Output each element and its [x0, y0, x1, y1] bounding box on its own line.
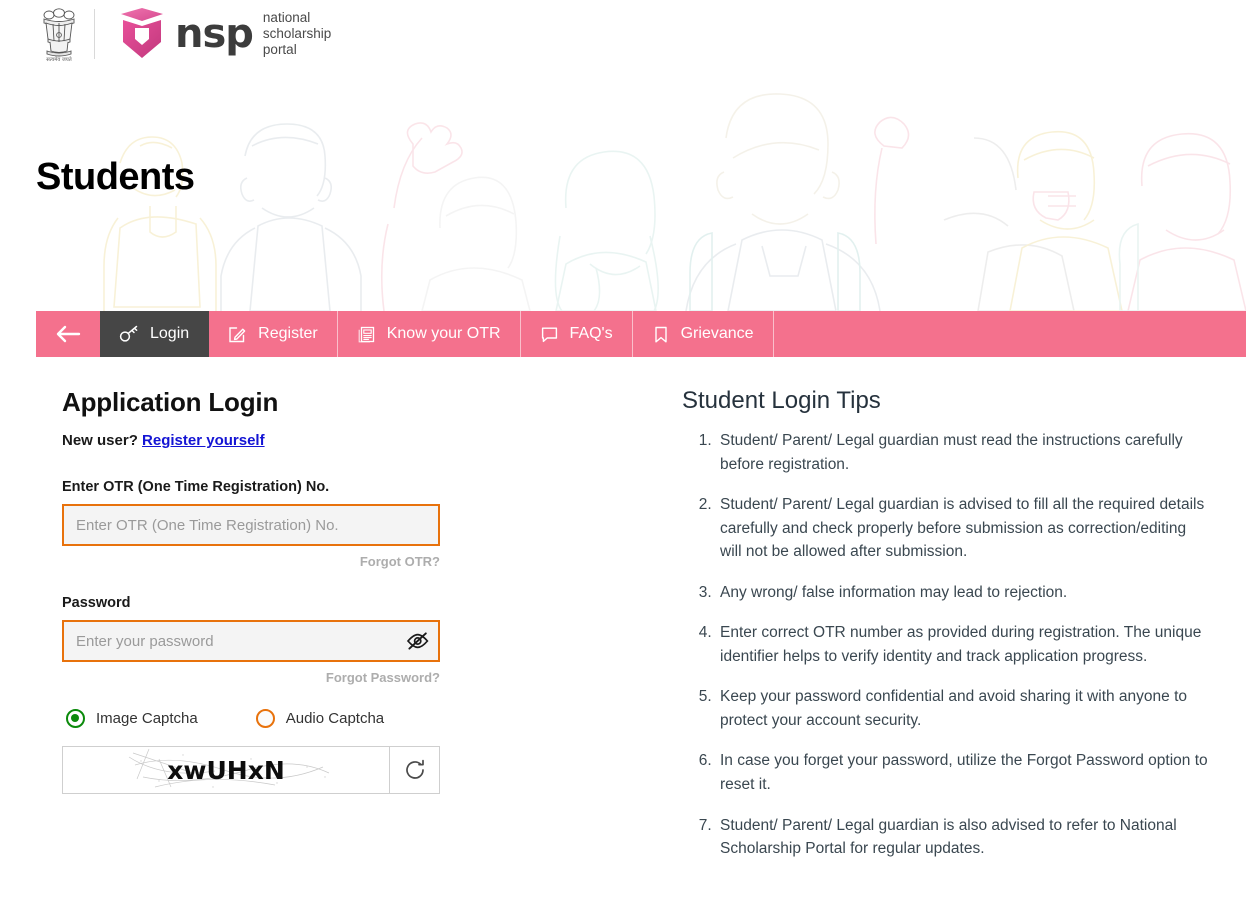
captcha-refresh-button[interactable] [389, 747, 439, 793]
nav-item-grievance[interactable]: Grievance [633, 311, 774, 357]
tips-list-item: Enter correct OTR number as provided dur… [716, 621, 1210, 668]
nav-item-know-your-otr-label: Know your OTR [386, 325, 501, 342]
radio-audio-captcha[interactable] [255, 709, 275, 728]
tips-list-item: Student/ Parent/ Legal guardian is also … [716, 814, 1210, 861]
nsp-tagline-line2: scholarship [262, 26, 332, 42]
national-emblem-icon: सत्यमेव जयते [43, 8, 75, 63]
header-divider [94, 9, 95, 59]
field-spacer [62, 569, 656, 595]
login-panel: Application Login New user? Register you… [36, 387, 656, 878]
speech-bubble-icon [540, 325, 559, 344]
emblem-caption: सत्यमेव जयते [46, 56, 73, 63]
nsp-logo[interactable]: nsp national scholarship portal [113, 8, 331, 60]
nav-filler [774, 311, 1246, 357]
nsp-wordmark: nsp [175, 11, 254, 57]
nav-item-grievance-label: Grievance [680, 325, 754, 342]
nsp-tagline-line1: national [262, 10, 311, 26]
tips-list-item: Keep your password confidential and avoi… [716, 685, 1210, 732]
new-user-text: New user? [62, 432, 138, 449]
nsp-tagline-line3: portal [262, 41, 297, 57]
captcha-option-audio-label: Audio Captcha [285, 710, 385, 727]
login-heading: Application Login [62, 387, 279, 417]
otr-input-wrapper[interactable] [62, 504, 440, 546]
tips-list-item: Student/ Parent/ Legal guardian is advis… [716, 493, 1210, 564]
key-icon [119, 325, 139, 343]
tips-heading: Student Login Tips [682, 387, 881, 414]
nav-item-login-label: Login [150, 325, 190, 342]
captcha-text: xwUHxN [167, 755, 285, 785]
password-input-wrapper[interactable] [62, 620, 440, 662]
otr-field-label: Enter OTR (One Time Registration) No. [62, 479, 330, 495]
article-icon [357, 325, 376, 344]
back-button[interactable] [36, 311, 100, 357]
tips-list-item: Student/ Parent/ Legal guardian must rea… [716, 429, 1210, 476]
nsp-shield-icon [121, 8, 163, 58]
pencil-square-icon [228, 325, 247, 344]
hero-banner: Students [0, 68, 1246, 311]
tips-list: Student/ Parent/ Legal guardian must rea… [682, 429, 1210, 861]
nsp-tagline: national scholarship portal [263, 10, 331, 57]
password-input[interactable] [64, 622, 396, 660]
site-header: सत्यमेव जयते nsp national scholarship po… [0, 0, 1246, 68]
radio-image-captcha[interactable] [66, 709, 85, 728]
eye-slash-icon [406, 632, 429, 650]
captcha-option-image-label: Image Captcha [96, 710, 198, 727]
password-visibility-toggle[interactable] [396, 622, 438, 660]
forgot-otr-link[interactable]: Forgot OTR? [62, 554, 440, 569]
new-user-row: New user? Register yourself [62, 432, 656, 449]
bookmark-icon [652, 325, 670, 344]
captcha-option-image[interactable]: Image Captcha [66, 709, 198, 728]
tips-list-item: In case you forget your password, utiliz… [716, 749, 1210, 796]
captcha-option-audio[interactable]: Audio Captcha [255, 709, 385, 728]
arrow-left-icon [56, 325, 81, 343]
register-yourself-link[interactable]: Register yourself [142, 432, 265, 449]
tips-list-item: Any wrong/ false information may lead to… [716, 581, 1210, 605]
forgot-password-link[interactable]: Forgot Password? [62, 670, 440, 685]
main-content: Application Login New user? Register you… [0, 357, 1246, 878]
captcha-container: xwUHxN [62, 746, 440, 794]
nav-item-know-your-otr[interactable]: Know your OTR [338, 311, 521, 357]
nav-item-login[interactable]: Login [100, 311, 210, 357]
tips-panel: Student Login Tips Student/ Parent/ Lega… [656, 387, 1210, 878]
refresh-icon [405, 759, 424, 779]
page-title: Students [36, 156, 195, 198]
captcha-options: Image Captcha Audio Captcha [66, 709, 656, 728]
section-nav: Login Register Know your OTR FAQ's Griev… [36, 311, 1246, 357]
captcha-image: xwUHxN [63, 747, 389, 793]
nav-item-faqs[interactable]: FAQ's [521, 311, 633, 357]
nav-item-register[interactable]: Register [209, 311, 338, 357]
nav-item-faqs-label: FAQ's [569, 325, 613, 342]
otr-input[interactable] [64, 506, 438, 544]
nav-item-register-label: Register [258, 325, 318, 342]
password-field-label: Password [62, 595, 131, 611]
